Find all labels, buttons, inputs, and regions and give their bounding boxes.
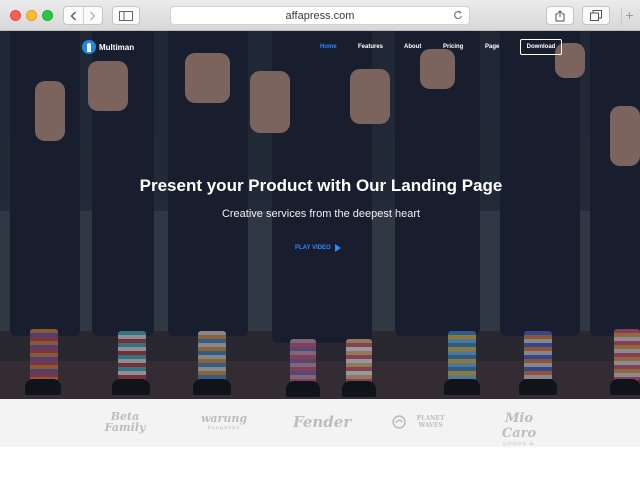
nav-item-features[interactable]: Features bbox=[358, 44, 383, 50]
history-nav bbox=[63, 6, 103, 25]
hero-title: Present your Product with Our Landing Pa… bbox=[139, 176, 503, 195]
client-logo-planet-waves: PLANET WAVES bbox=[392, 413, 452, 431]
share-button[interactable] bbox=[546, 6, 574, 25]
play-video-label: PLAY VIDEO bbox=[295, 245, 331, 251]
tabs-icon bbox=[590, 10, 602, 21]
brand-name: Multiman bbox=[99, 42, 135, 52]
page-footer-area bbox=[0, 447, 640, 480]
chevron-right-icon bbox=[90, 11, 96, 20]
play-video-link[interactable]: PLAY VIDEO bbox=[295, 244, 341, 252]
plus-icon: + bbox=[625, 7, 634, 23]
brand-mark-icon bbox=[82, 40, 96, 54]
chevron-left-icon bbox=[70, 11, 76, 20]
hero-subtitle: Creative services from the deepest heart bbox=[221, 208, 421, 220]
new-tab-button[interactable]: + bbox=[621, 8, 637, 25]
site-header: Multiman Home Features About Pricing Pag… bbox=[0, 31, 640, 65]
close-window-button[interactable] bbox=[10, 10, 21, 21]
download-button[interactable]: Download bbox=[520, 39, 562, 55]
nav-item-pricing[interactable]: Pricing bbox=[443, 44, 463, 50]
tab-overview-button[interactable] bbox=[582, 6, 610, 25]
client-logo-warung: warung bangkebo bbox=[200, 412, 248, 431]
sidebar-icon bbox=[119, 10, 133, 21]
planet-waves-icon bbox=[392, 415, 406, 429]
brand-logo[interactable]: Multiman bbox=[82, 40, 134, 54]
minimize-window-button[interactable] bbox=[26, 10, 37, 21]
play-icon bbox=[334, 244, 341, 252]
share-icon bbox=[555, 9, 565, 21]
reload-icon[interactable] bbox=[453, 9, 463, 23]
back-button[interactable] bbox=[64, 7, 83, 24]
nav-item-about[interactable]: About bbox=[404, 44, 421, 50]
nav-item-page[interactable]: Page bbox=[485, 44, 499, 50]
client-logo-fender: Fender bbox=[293, 413, 352, 431]
forward-button[interactable] bbox=[82, 7, 102, 24]
sidebar-toggle-button[interactable] bbox=[112, 6, 140, 25]
client-logo-beta-family: Beta Family bbox=[104, 410, 146, 434]
client-logos: Beta Family warung bangkebo Fender PLANE… bbox=[0, 399, 640, 453]
browser-toolbar: affapress.com + bbox=[0, 0, 640, 31]
url-text: affapress.com bbox=[285, 9, 355, 22]
address-bar[interactable]: affapress.com bbox=[170, 6, 470, 25]
zoom-window-button[interactable] bbox=[42, 10, 53, 21]
nav-item-home[interactable]: Home bbox=[320, 44, 337, 50]
hero-section: Multiman Home Features About Pricing Pag… bbox=[0, 31, 640, 399]
